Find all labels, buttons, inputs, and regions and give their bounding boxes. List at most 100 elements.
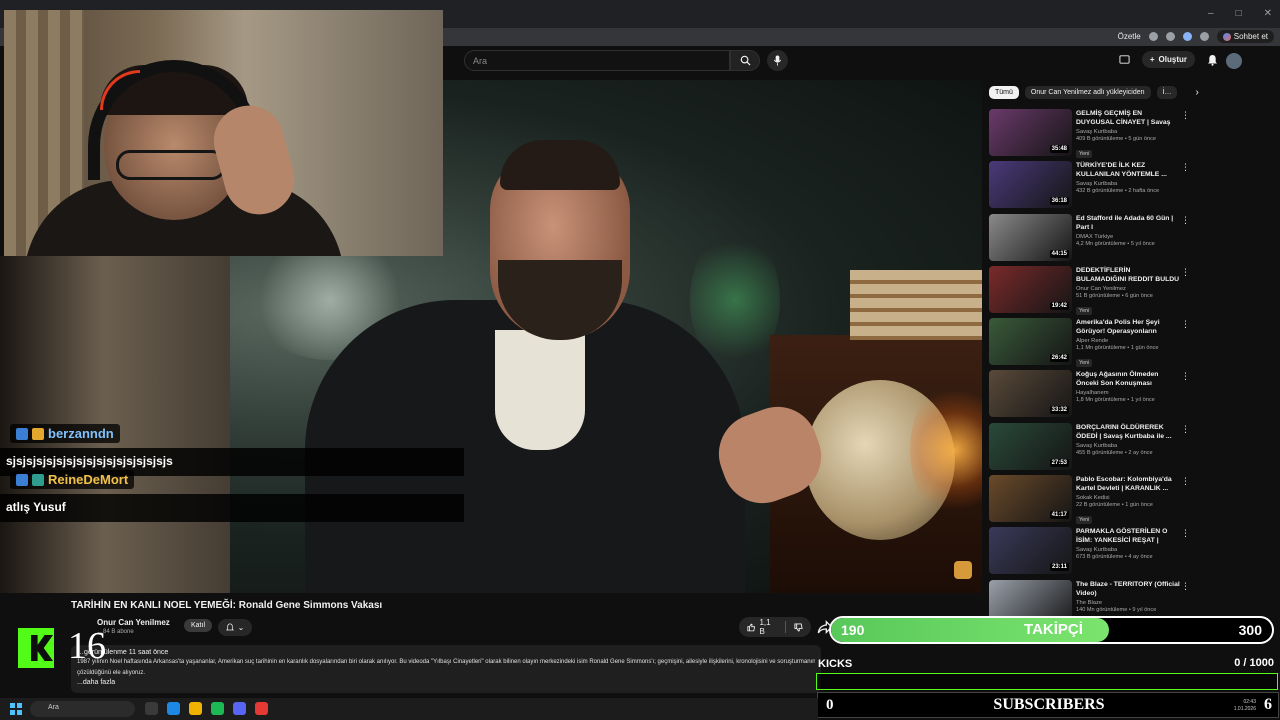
edge-icon[interactable] — [167, 702, 180, 715]
create-label: Oluştur — [1158, 55, 1187, 64]
more-options-icon[interactable]: ⋮ — [1181, 215, 1190, 226]
chip-from-uploader[interactable]: Onur Can Yenilmez adlı yükleyiciden — [1024, 85, 1151, 99]
minimize-button[interactable]: – — [1208, 8, 1214, 19]
recommendation-item[interactable]: 44:15 Ed Stafford ile Adada 60 Gün | Part… — [989, 213, 1190, 265]
recommendation-channel[interactable]: Savaş Kurtbaba — [1076, 181, 1180, 187]
spotify-icon[interactable] — [211, 702, 224, 715]
recommendation-channel[interactable]: Sokak Kedisi — [1076, 495, 1180, 501]
show-more-link[interactable]: ...daha fazla — [77, 679, 815, 686]
notifications-bell-icon[interactable] — [1207, 54, 1218, 66]
recommendation-channel[interactable]: Hayalhanem — [1076, 390, 1180, 396]
join-button[interactable]: Katıl — [184, 619, 213, 632]
recommendation-title[interactable]: Amerika'da Polis Her Şeyi Görüyor! Opera… — [1076, 318, 1180, 336]
recommendation-channel[interactable]: Savaş Kurtbaba — [1076, 129, 1180, 135]
start-button[interactable] — [10, 703, 22, 715]
recommendation-item[interactable]: 19:42 DEDEKTİFLERİN BULAMADIĞINI REDDIT B… — [989, 265, 1190, 317]
more-options-icon[interactable]: ⋮ — [1181, 267, 1190, 278]
search-button[interactable] — [730, 50, 760, 71]
dislike-button[interactable] — [786, 617, 811, 637]
recommendation-item[interactable]: 23:11 PARMAKLA GÖSTERİLEN O İSİM: YANKESİ… — [989, 526, 1190, 578]
extension-icon[interactable] — [1182, 32, 1192, 41]
recommendation-info: TÜRKİYE'DE İLK KEZ KULLANILAN YÖNTEMLE .… — [1076, 161, 1180, 194]
recommendation-item[interactable]: 26:42 Amerika'da Polis Her Şeyi Görüyor! … — [989, 317, 1190, 369]
recommendation-info: Amerika'da Polis Her Şeyi Görüyor! Opera… — [1076, 318, 1180, 369]
taskbar-search[interactable]: Ara — [30, 701, 135, 717]
recommendation-channel[interactable]: Alper Rende — [1076, 338, 1180, 344]
create-button[interactable]: + Oluştur — [1141, 51, 1195, 68]
more-options-icon[interactable]: ⋮ — [1181, 371, 1190, 382]
profile-icon[interactable] — [1199, 32, 1209, 41]
follower-goal-label: TAKİPÇİ — [1024, 621, 1083, 638]
more-options-icon[interactable]: ⋮ — [1181, 581, 1190, 592]
search-input[interactable]: Ara — [464, 50, 730, 71]
recommendation-item[interactable]: 27:53 BORÇLARINI ÖLDÜREREK ÖDEDİ | Savaş … — [989, 422, 1190, 474]
video-thumbnail[interactable]: 33:32 — [989, 370, 1072, 418]
recommendation-title[interactable]: PARMAKLA GÖSTERİLEN O İSİM: YANKESİCİ RE… — [1076, 527, 1180, 545]
recommendation-channel[interactable]: DMAX Türkiye — [1076, 234, 1180, 240]
cast-icon[interactable] — [1119, 54, 1130, 65]
video-thumbnail[interactable]: 19:42 — [989, 265, 1072, 313]
discord-icon[interactable] — [233, 702, 246, 715]
chevron-right-icon[interactable]: › — [1195, 87, 1198, 98]
video-thumbnail[interactable]: 26:42 — [989, 318, 1072, 366]
chat-message: berzanndn sjsjsjsjsjsjsjsjsjsjsjsjsjsjsj… — [0, 424, 464, 476]
more-options-icon[interactable]: ⋮ — [1181, 162, 1190, 173]
recommendation-title[interactable]: DEDEKTİFLERİN BULAMADIĞINI REDDIT BULDU … — [1076, 266, 1180, 284]
mic-icon — [773, 55, 782, 66]
recommendation-item[interactable]: 36:18 TÜRKİYE'DE İLK KEZ KULLANILAN YÖNTE… — [989, 160, 1190, 212]
recommendation-info: DEDEKTİFLERİN BULAMADIĞINI REDDIT BULDU … — [1076, 266, 1180, 317]
more-options-icon[interactable]: ⋮ — [1181, 476, 1190, 487]
recommendation-meta: 432 B görüntüleme • 2 hafta önce — [1076, 188, 1160, 195]
copilot-icon — [1222, 32, 1231, 41]
like-button[interactable]: 1,1 B — [739, 617, 785, 637]
obs-icon[interactable] — [255, 702, 268, 715]
recommendation-title[interactable]: BORÇLARINI ÖLDÜREREK ÖDEDİ | Savaş Kurtb… — [1076, 423, 1180, 441]
video-duration: 33:32 — [1049, 406, 1069, 415]
like-dislike-group: 1,1 B — [739, 617, 811, 637]
more-options-icon[interactable]: ⋮ — [1181, 528, 1190, 539]
recommendation-title[interactable]: Ed Stafford ile Adada 60 Gün | Part I — [1076, 214, 1180, 232]
recommendation-title[interactable]: Koğuş Ağasının Ölmeden Önceki Son Konuşm… — [1076, 370, 1180, 388]
maximize-button[interactable]: □ — [1236, 8, 1242, 19]
filter-chips: Tümü Onur Can Yenilmez adlı yükleyiciden… — [989, 84, 1279, 100]
channel-watermark-icon[interactable] — [954, 561, 972, 579]
close-window-button[interactable]: ✕ — [1264, 8, 1272, 19]
new-badge: Yeni — [1076, 359, 1093, 368]
video-thumbnail[interactable]: 23:11 — [989, 527, 1072, 575]
recommendation-title[interactable]: The Blaze - TERRITORY (Official Video) — [1076, 580, 1180, 598]
translate-icon[interactable] — [1148, 32, 1158, 41]
recommendation-channel[interactable]: Savaş Kurtbaba — [1076, 547, 1180, 553]
chip-all[interactable]: Tümü — [989, 85, 1019, 99]
recommendation-item[interactable]: 41:17 Pablo Escobar: Kolombiya'da Kartel … — [989, 474, 1190, 526]
video-thumbnail[interactable]: 36:18 — [989, 161, 1072, 209]
recommendation-title[interactable]: GELMİŞ GEÇMİŞ EN DUYGUSAL CİNAYET | Sava… — [1076, 109, 1180, 127]
chat-button[interactable]: Sohbet et — [1216, 30, 1274, 43]
video-thumbnail[interactable]: 41:17 — [989, 475, 1072, 523]
recommendation-item[interactable]: 35:48 GELMİŞ GEÇMİŞ EN DUYGUSAL CİNAYET |… — [989, 108, 1190, 160]
video-description[interactable]: …görüntülenme 11 saat önce 1987 yılının … — [71, 645, 821, 693]
task-view-icon[interactable] — [145, 702, 158, 715]
summary-button[interactable]: Özetle — [1118, 32, 1141, 41]
subscribe-bell-button[interactable]: ⌄ — [218, 619, 252, 636]
recommendation-title[interactable]: TÜRKİYE'DE İLK KEZ KULLANILAN YÖNTEMLE .… — [1076, 161, 1180, 179]
recommendation-meta: 51 B görüntüleme • 6 gün önce — [1076, 292, 1153, 299]
mod-badge-icon — [32, 473, 44, 486]
video-thumbnail[interactable]: 44:15 — [989, 213, 1072, 261]
more-options-icon[interactable]: ⋮ — [1181, 319, 1190, 330]
video-presenter-hair — [500, 140, 620, 190]
voice-search-button[interactable] — [767, 50, 788, 71]
video-thumbnail[interactable]: 35:48 — [989, 109, 1072, 156]
more-options-icon[interactable]: ⋮ — [1181, 424, 1190, 435]
account-avatar[interactable] — [1226, 53, 1242, 69]
video-thumbnail[interactable]: 27:53 — [989, 422, 1072, 470]
recommendation-channel[interactable]: Onur Can Yenilmez — [1076, 286, 1180, 292]
recommendation-channel[interactable]: The Blaze — [1076, 600, 1180, 606]
recommendation-title[interactable]: Pablo Escobar: Kolombiya'da Kartel Devle… — [1076, 475, 1180, 493]
more-options-icon[interactable]: ⋮ — [1181, 110, 1190, 121]
star-icon[interactable] — [1165, 32, 1175, 41]
new-badge: Yeni — [1076, 306, 1093, 315]
recommendation-channel[interactable]: Savaş Kurtbaba — [1076, 443, 1180, 449]
chip-related[interactable]: İ… — [1156, 85, 1178, 99]
file-explorer-icon[interactable] — [189, 702, 202, 715]
recommendation-item[interactable]: 33:32 Koğuş Ağasının Ölmeden Önceki Son K… — [989, 369, 1190, 421]
